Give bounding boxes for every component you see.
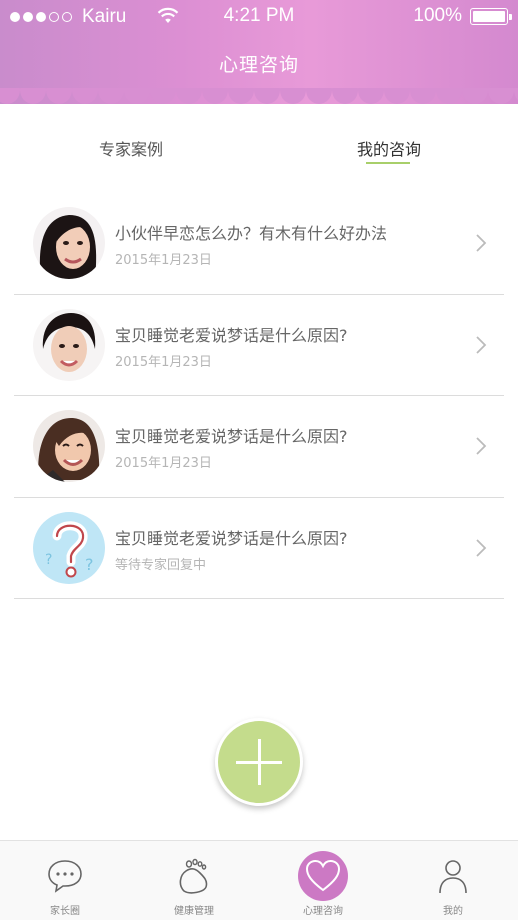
battery-percent: 100%: [413, 5, 462, 26]
nav-label: 心理咨询: [303, 906, 343, 917]
svg-text:?: ?: [85, 555, 94, 574]
consultation-title: 宝贝睡觉老爱说梦话是什么原因?: [115, 528, 348, 548]
woman-avatar-icon: [33, 308, 105, 381]
nav-item-parent-circle[interactable]: 家长圈: [15, 841, 115, 920]
consultation-status: 等待专家回复中: [115, 557, 207, 573]
page-title: 心理咨询: [218, 54, 299, 76]
nav-item-me[interactable]: 我的: [403, 841, 503, 920]
list-item[interactable]: 宝贝睡觉老爱说梦话是什么原因? 2015年1月23日: [14, 396, 504, 498]
woman-avatar-icon: [33, 410, 105, 482]
consultation-list: 小伙伴早恋怎么办？有木有什么好办法 2015年1月23日 宝贝睡觉老爱说梦话是什…: [14, 193, 504, 599]
person-icon: [439, 860, 467, 894]
nav-item-health[interactable]: 健康管理: [144, 841, 244, 920]
nav-item-psych-consult[interactable]: 心理咨询: [273, 841, 373, 920]
nav-label: 我的: [443, 906, 463, 917]
add-consultation-button[interactable]: [215, 718, 303, 806]
active-tab-indicator: [366, 162, 410, 164]
tab-bar: 专家案例 我的咨询: [0, 128, 518, 168]
question-mark-icon: ? ?: [33, 511, 105, 584]
battery-group: 100%: [413, 5, 512, 27]
avatar: ? ?: [33, 511, 105, 584]
header-scallop-edge: [0, 88, 518, 106]
tab-expert-cases[interactable]: 专家案例: [99, 136, 163, 160]
list-item[interactable]: 宝贝睡觉老爱说梦话是什么原因? 2015年1月23日: [14, 295, 504, 396]
avatar: [33, 410, 105, 482]
consultation-title: 宝贝睡觉老爱说梦话是什么原因?: [115, 427, 348, 446]
tab-my-consultations[interactable]: 我的咨询: [357, 136, 421, 160]
heart-icon: [305, 859, 341, 892]
chevron-right-icon: [476, 234, 487, 252]
nav-label: 家长圈: [50, 906, 80, 917]
foot-icon: [179, 858, 208, 894]
chevron-right-icon: [476, 437, 487, 455]
consultation-date: 2015年1月23日: [115, 456, 212, 471]
bottom-nav: 家长圈 健康管理 心理咨询 我的: [0, 840, 518, 920]
woman-avatar-icon: [33, 207, 105, 279]
status-bar: Kairu 4:21 PM 100%: [0, 0, 518, 34]
avatar: [33, 207, 105, 279]
nav-label: 健康管理: [174, 906, 214, 917]
avatar: [33, 308, 105, 381]
consultation-title: 宝贝睡觉老爱说梦话是什么原因?: [115, 325, 348, 345]
consultation-date: 2015年1月23日: [115, 253, 212, 268]
consultation-title: 小伙伴早恋怎么办？有木有什么好办法: [115, 224, 388, 243]
list-item[interactable]: ? ? 宝贝睡觉老爱说梦话是什么原因? 等待专家回复中: [14, 498, 504, 599]
svg-text:?: ?: [45, 552, 52, 568]
consultation-date: 2015年1月23日: [115, 354, 212, 370]
list-item[interactable]: 小伙伴早恋怎么办？有木有什么好办法 2015年1月23日: [14, 193, 504, 295]
chevron-right-icon: [476, 335, 487, 354]
chevron-right-icon: [476, 538, 487, 557]
battery-icon: [470, 7, 512, 25]
chat-bubble-icon: [48, 860, 82, 893]
